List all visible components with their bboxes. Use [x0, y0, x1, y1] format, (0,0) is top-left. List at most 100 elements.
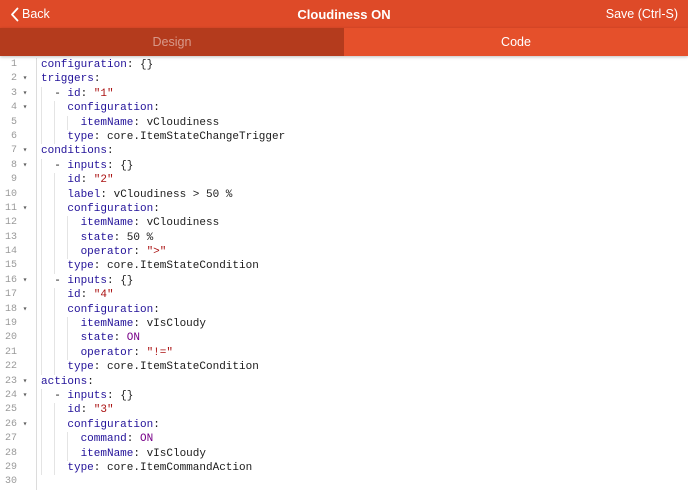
indent-guide	[54, 173, 67, 187]
code-line[interactable]: 6type: core.ItemStateChangeTrigger	[0, 130, 688, 144]
code-editor[interactable]: 1configuration: {}2▾triggers:3▾- id: "1"…	[0, 56, 688, 500]
tab-design[interactable]: Design	[0, 28, 344, 56]
fold-arrow-icon[interactable]: ▾	[17, 87, 33, 101]
indent-guide	[41, 288, 54, 302]
code-line[interactable]: 23▾actions:	[0, 375, 688, 389]
code-token: : {}	[107, 160, 133, 172]
fold-arrow-icon[interactable]: ▾	[17, 101, 33, 115]
line-number: 22	[0, 360, 17, 374]
indent-guide	[54, 432, 67, 446]
code-line-content: - inputs: {}	[37, 389, 133, 403]
code-line[interactable]: 29type: core.ItemCommandAction	[0, 461, 688, 475]
back-button[interactable]: Back	[10, 7, 50, 22]
code-line[interactable]: 24▾- inputs: {}	[0, 389, 688, 403]
indent-guide	[41, 202, 54, 216]
code-line[interactable]: 5itemName: vCloudiness	[0, 116, 688, 130]
fold-arrow-icon[interactable]: ▾	[17, 72, 33, 86]
line-number: 1	[0, 58, 17, 72]
code-token: :	[81, 289, 94, 301]
code-token: id	[67, 88, 80, 100]
indent-guide	[41, 159, 54, 173]
code-token: :	[87, 376, 94, 388]
code-line[interactable]: 10label: vCloudiness > 50 %	[0, 188, 688, 202]
code-token: :	[153, 203, 160, 215]
code-line[interactable]: 15type: core.ItemStateCondition	[0, 259, 688, 273]
code-line[interactable]: 8▾- inputs: {}	[0, 159, 688, 173]
line-gutter: 25	[0, 403, 37, 417]
fold-arrow-icon[interactable]: ▾	[17, 375, 33, 389]
code-line[interactable]: 25id: "3"	[0, 403, 688, 417]
indent-guide	[54, 403, 67, 417]
indent-guide	[41, 317, 54, 331]
code-token: "2"	[94, 174, 114, 186]
indent-guide	[67, 245, 80, 259]
code-line[interactable]: 14operator: ">"	[0, 245, 688, 259]
code-line[interactable]: 17id: "4"	[0, 288, 688, 302]
indent-guide	[41, 173, 54, 187]
line-number: 30	[0, 475, 17, 489]
indent-guide	[41, 130, 54, 144]
line-gutter: 9	[0, 173, 37, 187]
fold-arrow-icon[interactable]: ▾	[17, 202, 33, 216]
indent-guide	[67, 317, 80, 331]
indent-guide	[41, 116, 54, 130]
code-line[interactable]: 30	[0, 475, 688, 489]
code-token: :	[153, 304, 160, 316]
indent-guide	[67, 432, 80, 446]
tab-code[interactable]: Code	[344, 28, 688, 56]
fold-arrow-icon[interactable]: ▾	[17, 418, 33, 432]
fold-arrow-icon[interactable]: ▾	[17, 389, 33, 403]
code-line[interactable]: 9id: "2"	[0, 173, 688, 187]
indent-guide	[54, 101, 67, 115]
line-gutter: 13	[0, 231, 37, 245]
indent-guide	[41, 216, 54, 230]
code-line[interactable]: 11▾ configuration:	[0, 202, 688, 216]
code-line-content: conditions:	[37, 144, 114, 158]
code-token: type	[67, 260, 93, 272]
code-lines: 1configuration: {}2▾triggers:3▾- id: "1"…	[0, 58, 688, 490]
fold-arrow-icon[interactable]: ▾	[17, 274, 33, 288]
line-gutter: 15	[0, 259, 37, 273]
code-line[interactable]: 20state: ON	[0, 331, 688, 345]
code-token: : core.ItemStateCondition	[94, 361, 259, 373]
fold-arrow-icon[interactable]: ▾	[17, 303, 33, 317]
code-line[interactable]: 2▾triggers:	[0, 72, 688, 86]
line-gutter: 10	[0, 188, 37, 202]
code-line[interactable]: 1configuration: {}	[0, 58, 688, 72]
code-line[interactable]: 22type: core.ItemStateCondition	[0, 360, 688, 374]
code-token: :	[81, 174, 94, 186]
code-line[interactable]: 21operator: "!="	[0, 346, 688, 360]
line-number: 12	[0, 216, 17, 230]
chevron-left-icon	[10, 7, 19, 22]
code-line[interactable]: 27command: ON	[0, 432, 688, 446]
code-token: :	[81, 88, 94, 100]
code-line[interactable]: 3▾- id: "1"	[0, 87, 688, 101]
line-number: 13	[0, 231, 17, 245]
code-line[interactable]: 26▾configuration:	[0, 418, 688, 432]
indent-guide	[41, 447, 54, 461]
save-button[interactable]: Save (Ctrl-S)	[606, 7, 678, 21]
code-line[interactable]: 18▾configuration:	[0, 303, 688, 317]
code-line[interactable]: 4▾configuration:	[0, 101, 688, 115]
header-bar: Back Cloudiness ON Save (Ctrl-S)	[0, 0, 688, 28]
line-number: 29	[0, 461, 17, 475]
page-title: Cloudiness ON	[0, 0, 688, 28]
line-number: 11	[0, 202, 17, 216]
indent-guide	[54, 346, 67, 360]
code-token: state	[81, 232, 114, 244]
code-line[interactable]: 7▾conditions:	[0, 144, 688, 158]
code-line[interactable]: 13state: 50 %	[0, 231, 688, 245]
indent-guide	[54, 245, 67, 259]
line-gutter: 6	[0, 130, 37, 144]
code-token: configuration	[67, 203, 153, 215]
code-line[interactable]: 28itemName: vIsCloudy	[0, 447, 688, 461]
line-number: 15	[0, 259, 17, 273]
code-line[interactable]: 12itemName: vCloudiness	[0, 216, 688, 230]
code-line[interactable]: 19itemName: vIsCloudy	[0, 317, 688, 331]
code-token: : {}	[107, 390, 133, 402]
fold-arrow-icon[interactable]: ▾	[17, 159, 33, 173]
indent-guide	[41, 360, 54, 374]
tab-bar: Design Code	[0, 28, 688, 56]
code-line[interactable]: 16▾- inputs: {}	[0, 274, 688, 288]
fold-arrow-icon[interactable]: ▾	[17, 144, 33, 158]
